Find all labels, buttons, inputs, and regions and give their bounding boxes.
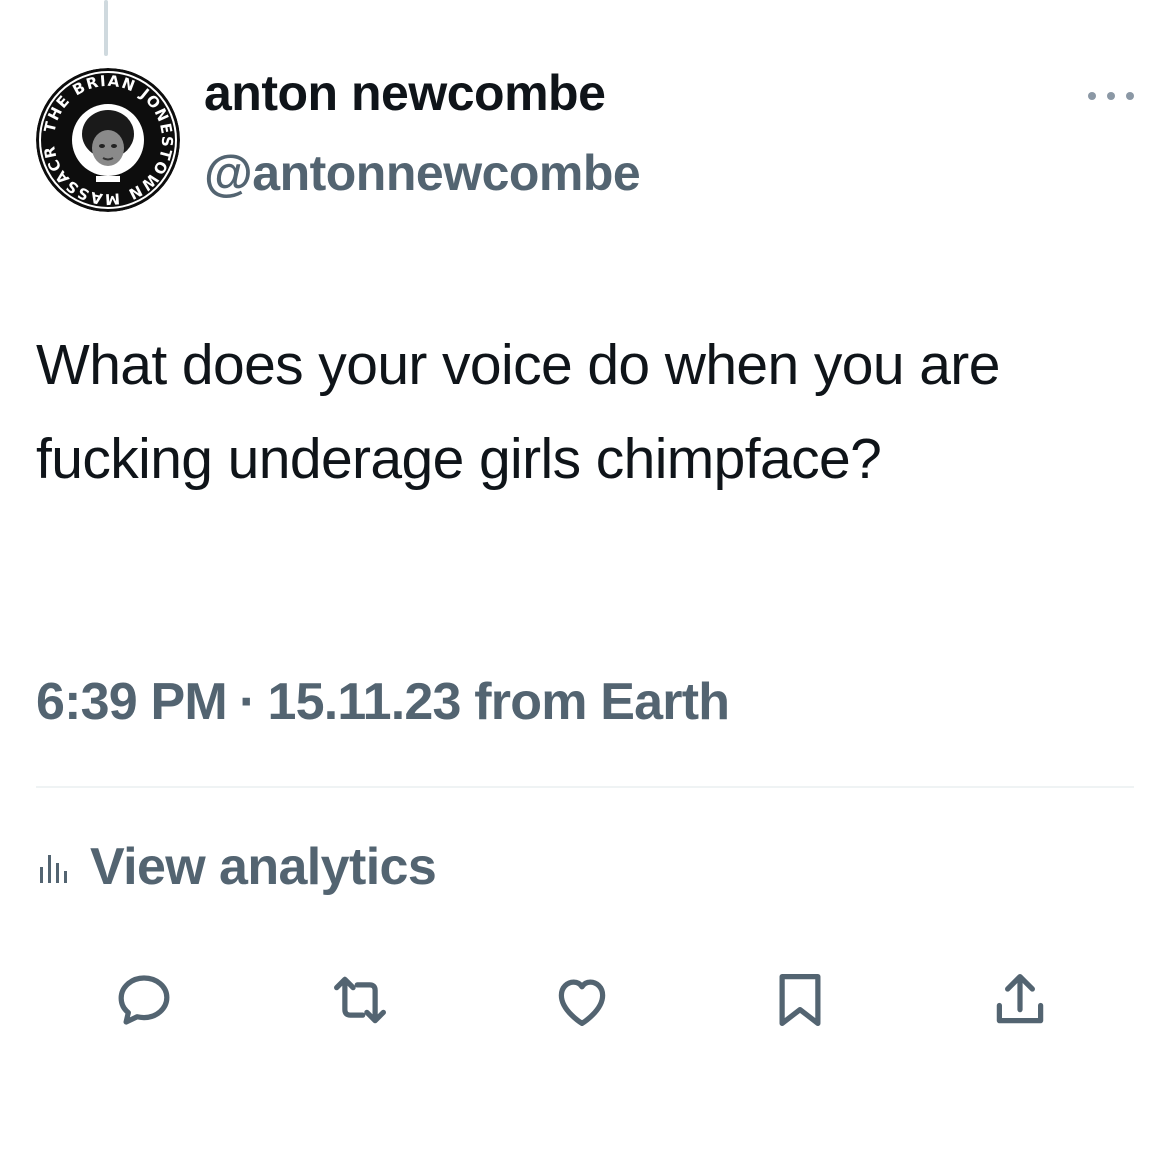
reply-icon <box>118 975 170 1025</box>
dot <box>1107 92 1115 100</box>
share-button[interactable] <box>980 960 1060 1040</box>
heart-icon <box>558 979 606 1026</box>
tweet-text: What does your voice do when you are fuc… <box>36 333 1000 491</box>
retweet-icon <box>334 976 386 1024</box>
author-handle[interactable]: @antonnewcombe <box>204 144 641 202</box>
tweet-view: THE BRIAN JONESTOWN MASSACRE anton newco… <box>0 0 1170 1156</box>
tweet-time[interactable]: 6:39 PM <box>36 673 228 731</box>
divider <box>36 786 1134 788</box>
retweet-button[interactable] <box>320 960 400 1040</box>
reply-button[interactable] <box>104 960 184 1040</box>
view-analytics-label: View analytics <box>90 838 437 896</box>
dot <box>1126 92 1134 100</box>
tweet-date[interactable]: 15.11.23 <box>267 673 461 731</box>
like-button[interactable] <box>542 960 622 1040</box>
tweet-metadata: 6:39 PM · 15.11.23 from Earth <box>36 672 730 732</box>
dot <box>1088 92 1096 100</box>
view-analytics-link[interactable]: View analytics <box>36 832 437 902</box>
more-options-icon[interactable] <box>1088 82 1134 110</box>
bookmark-button[interactable] <box>760 960 840 1040</box>
author-avatar[interactable]: THE BRIAN JONESTOWN MASSACRE <box>36 68 180 212</box>
thread-connector-line <box>104 0 108 56</box>
bar-chart-icon <box>40 855 67 883</box>
share-icon <box>996 974 1044 1024</box>
band-logo-avatar: THE BRIAN JONESTOWN MASSACRE <box>36 68 180 212</box>
author-display-name[interactable]: anton newcombe <box>204 64 606 122</box>
tweet-source: from Earth <box>474 673 730 731</box>
tweet-action-bar <box>0 960 1170 1040</box>
bookmark-icon <box>779 974 821 1026</box>
meta-separator: · <box>238 673 256 731</box>
